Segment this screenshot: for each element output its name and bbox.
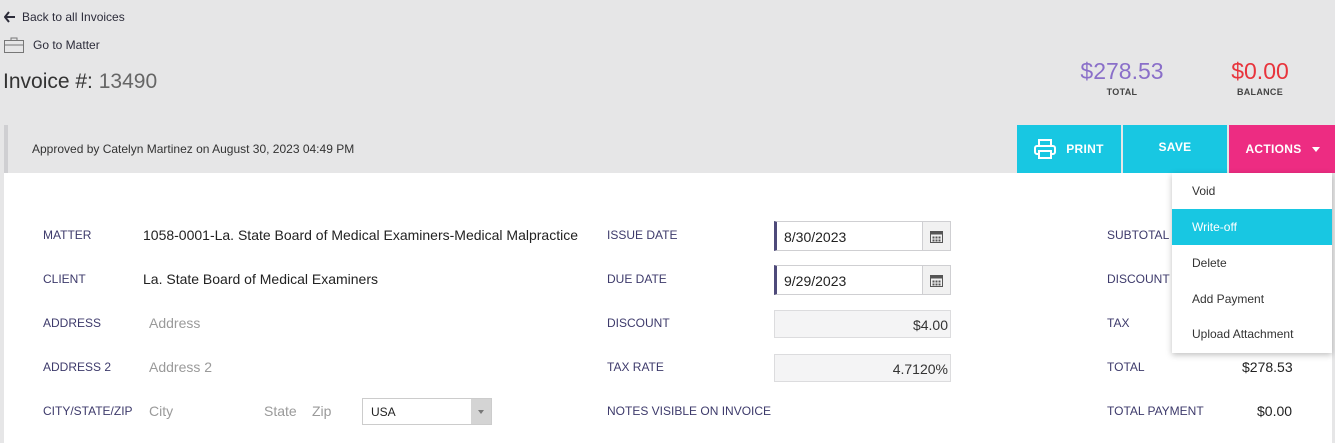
notes-label: NOTES VISIBLE ON INVOICE xyxy=(607,404,772,418)
actions-button[interactable]: ACTIONS xyxy=(1229,125,1335,173)
issue-date-field[interactable]: 8/30/2023 xyxy=(774,221,951,251)
tax-rate-field[interactable]: 4.7120% xyxy=(774,354,951,382)
calendar-icon[interactable] xyxy=(922,266,950,294)
discount-value: $4.00 xyxy=(912,317,948,333)
discount-label: DISCOUNT xyxy=(607,316,670,330)
print-button-label: PRINT xyxy=(1066,142,1104,156)
invoice-toolbar: Approved by Catelyn Martinez on August 3… xyxy=(4,125,1335,173)
issue-date-label: ISSUE DATE xyxy=(607,228,678,242)
city-state-zip-label: CITY/STATE/ZIP xyxy=(43,404,133,418)
go-to-matter-label: Go to Matter xyxy=(33,38,100,52)
save-button[interactable]: SAVE xyxy=(1123,125,1227,173)
address2-input[interactable]: Address 2 xyxy=(149,359,212,375)
country-select[interactable]: USA xyxy=(362,398,492,425)
address-input[interactable]: Address xyxy=(149,315,200,331)
go-to-matter-link[interactable]: Go to Matter xyxy=(4,37,100,53)
address-label: ADDRESS xyxy=(43,316,102,330)
tax-label: TAX xyxy=(1107,316,1130,330)
zip-input[interactable]: Zip xyxy=(312,403,331,419)
menu-item-upload-attachment[interactable]: Upload Attachment xyxy=(1172,316,1332,352)
totals-total-value: $278.53 xyxy=(1242,359,1293,375)
total-summary-label: TOTAL xyxy=(1106,87,1138,97)
matter-value: 1058-0001-La. State Board of Medical Exa… xyxy=(143,227,578,243)
menu-item-write-off[interactable]: Write-off xyxy=(1172,209,1332,245)
total-summary: $278.53 TOTAL xyxy=(1078,58,1166,97)
caret-down-icon xyxy=(1311,147,1320,152)
city-input[interactable]: City xyxy=(149,403,173,419)
back-to-invoices-link[interactable]: Back to all Invoices xyxy=(4,10,125,24)
totals-discount-label: DISCOUNT xyxy=(1107,272,1170,286)
menu-item-add-payment[interactable]: Add Payment xyxy=(1172,281,1332,317)
client-value: La. State Board of Medical Examiners xyxy=(143,271,379,287)
actions-dropdown-menu: Void Write-off Delete Add Payment Upload… xyxy=(1172,173,1332,353)
actions-button-label: ACTIONS xyxy=(1245,142,1302,156)
tax-rate-value: 4.7120% xyxy=(892,361,948,377)
country-select-value: USA xyxy=(371,405,396,419)
printer-icon xyxy=(1034,139,1057,159)
totals-total-label: TOTAL xyxy=(1107,360,1145,374)
arrow-left-icon xyxy=(4,11,15,23)
due-date-field[interactable]: 9/29/2023 xyxy=(774,265,951,295)
dropdown-arrow-icon xyxy=(471,399,491,424)
tax-rate-label: TAX RATE xyxy=(607,360,664,374)
client-label: CLIENT xyxy=(43,272,86,286)
matter-label: MATTER xyxy=(43,228,92,242)
print-button[interactable]: PRINT xyxy=(1017,125,1121,173)
invoice-number: 13490 xyxy=(98,70,158,93)
calendar-icon[interactable] xyxy=(922,222,950,250)
subtotal-label: SUBTOTAL xyxy=(1107,228,1170,242)
issue-date-value: 8/30/2023 xyxy=(784,229,847,245)
due-date-label: DUE DATE xyxy=(607,272,667,286)
total-payment-value: $0.00 xyxy=(1257,403,1293,419)
approval-status: Approved by Catelyn Martinez on August 3… xyxy=(32,142,355,156)
discount-field[interactable]: $4.00 xyxy=(774,310,951,338)
balance-summary-label: BALANCE xyxy=(1236,87,1284,97)
invoice-title-prefix: Invoice #: xyxy=(3,70,93,93)
balance-summary: $0.00 BALANCE xyxy=(1222,58,1298,97)
save-button-label: SAVE xyxy=(1158,140,1192,154)
total-payment-label: TOTAL PAYMENT xyxy=(1107,404,1204,418)
page-title: Invoice #: 13490 xyxy=(3,70,157,94)
menu-item-void[interactable]: Void xyxy=(1172,173,1332,209)
balance-amount: $0.00 xyxy=(1231,58,1289,84)
invoice-details-panel xyxy=(4,173,1332,443)
state-input[interactable]: State xyxy=(264,403,297,419)
address2-label: ADDRESS 2 xyxy=(43,360,112,374)
back-link-label: Back to all Invoices xyxy=(22,10,125,24)
briefcase-icon xyxy=(4,37,24,53)
total-amount: $278.53 xyxy=(1080,58,1164,84)
menu-item-delete[interactable]: Delete xyxy=(1172,245,1332,281)
due-date-value: 9/29/2023 xyxy=(784,273,847,289)
